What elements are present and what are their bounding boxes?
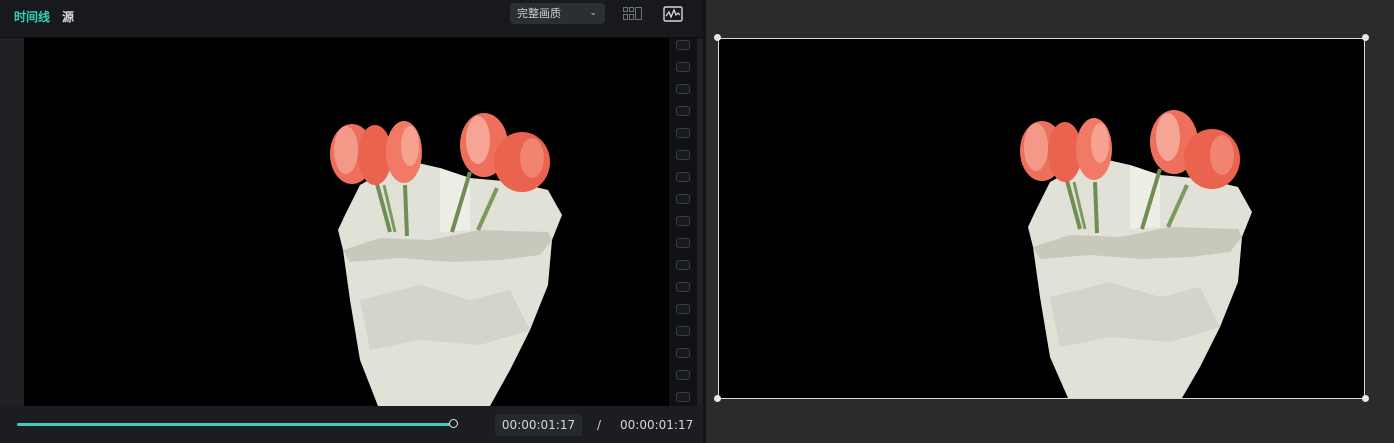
tab-timeline[interactable]: 时间线 [14, 9, 50, 25]
preview-side-strip [669, 38, 697, 406]
scrubber-progress [17, 423, 454, 426]
resize-handle-bottom-left[interactable] [714, 395, 721, 402]
quality-select-value: 完整画质 [517, 7, 561, 20]
playback-bar: 00:00:01:17 / 00:00:01:17 [0, 406, 703, 443]
playback-scrubber[interactable] [17, 419, 458, 428]
preview-player-panel: 时间线 源 完整画质 ⌄ 00:00:01:17 / 00:00:01:17 [0, 0, 703, 443]
strip-slot [676, 62, 690, 72]
resize-handle-bottom-right[interactable] [1362, 395, 1369, 402]
total-time: 00:00:01:17 [620, 418, 694, 432]
strip-slot [676, 238, 690, 248]
time-separator: / [597, 418, 602, 432]
strip-slot [676, 216, 690, 226]
strip-slot [676, 392, 690, 402]
video-editor: 时间线 源 完整画质 ⌄ 00:00:01:17 / 00:00:01:17 [0, 0, 1394, 443]
strip-slot [676, 348, 690, 358]
resize-handle-top-left[interactable] [714, 34, 721, 41]
layout-grid-icon[interactable] [622, 4, 644, 24]
quality-select[interactable]: 完整画质 ⌄ [510, 3, 605, 24]
current-time[interactable]: 00:00:01:17 [495, 414, 582, 436]
strip-slot [676, 304, 690, 314]
strip-slot [676, 172, 690, 182]
edit-canvas[interactable] [718, 38, 1365, 399]
canvas-panel [706, 0, 1394, 443]
player-header: 时间线 源 完整画质 ⌄ [0, 0, 703, 38]
strip-slot [676, 260, 690, 270]
strip-slot [676, 106, 690, 116]
strip-slot [676, 282, 690, 292]
waveform-scope-icon[interactable] [662, 4, 684, 24]
strip-slot [676, 128, 690, 138]
strip-slot [676, 40, 690, 50]
strip-slot [676, 84, 690, 94]
timeline-preview-canvas[interactable] [24, 38, 669, 406]
tab-source[interactable]: 源 [62, 9, 74, 25]
scrubber-handle[interactable] [449, 419, 458, 428]
strip-slot [676, 150, 690, 160]
strip-slot [676, 370, 690, 380]
resize-handle-top-right[interactable] [1362, 34, 1369, 41]
strip-slot [676, 194, 690, 204]
tulip-bouquet-image [330, 113, 562, 406]
tulip-bouquet-image-copy [1020, 110, 1252, 398]
strip-slot [676, 326, 690, 336]
chevron-down-icon: ⌄ [589, 8, 597, 18]
